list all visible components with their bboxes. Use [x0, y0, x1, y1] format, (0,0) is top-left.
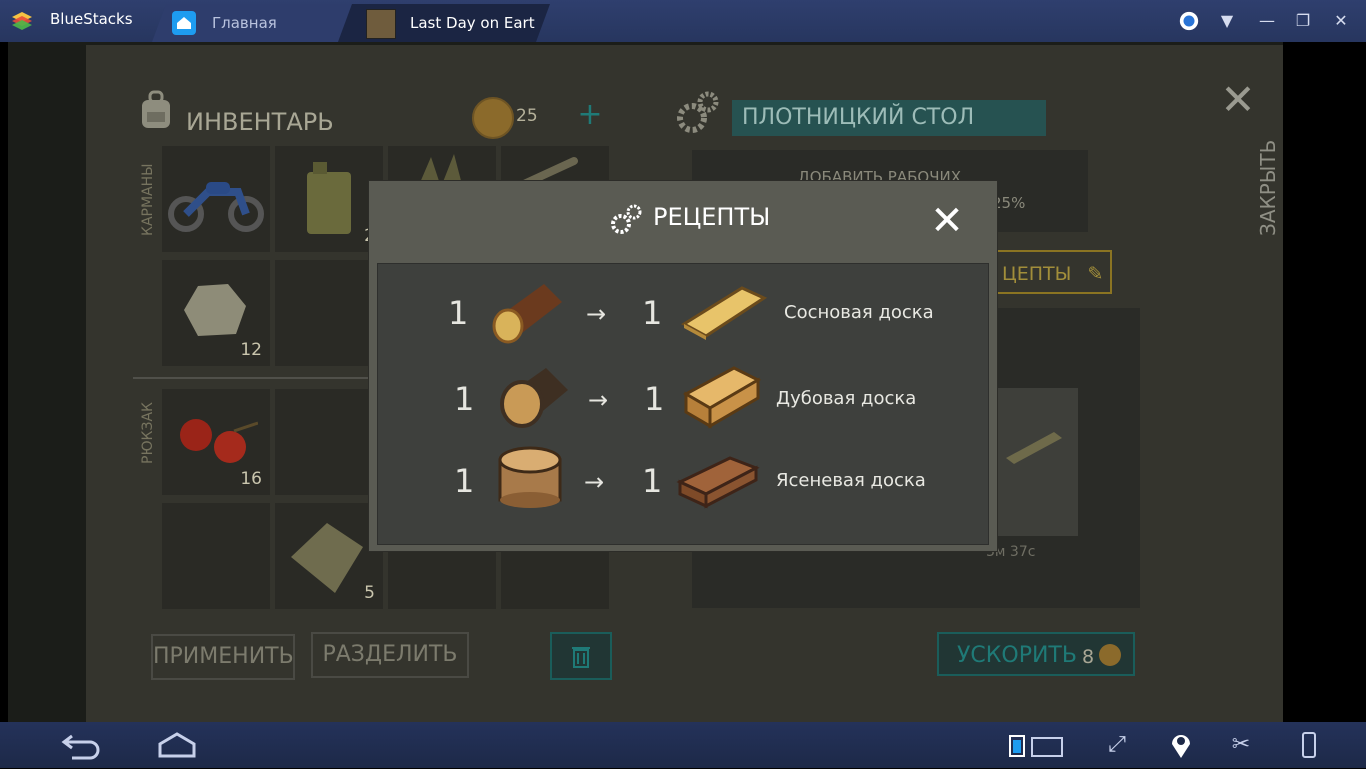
recipe-arrow: → [586, 300, 607, 328]
pine-plank-icon [681, 286, 768, 340]
inventory-slot[interactable]: 5 [275, 503, 383, 609]
backpack-label: РЮКЗАК [140, 402, 156, 464]
inventory-slot[interactable]: 16 [162, 389, 270, 495]
speedup-label: УСКОРИТЬ [957, 643, 1077, 668]
pine-log-icon [492, 284, 562, 344]
workbench-title: ПЛОТНИЦКИЙ СТОЛ [732, 100, 1046, 136]
keyboard-toggle-icon[interactable] [1008, 730, 1064, 760]
rotate-device-icon[interactable] [1294, 730, 1324, 760]
craft-slot[interactable] [984, 388, 1078, 536]
close-icon[interactable]: ✕ [1328, 8, 1354, 34]
stone-icon [184, 284, 246, 336]
speedup-cost: 8 [1082, 646, 1095, 668]
tab-game-label: Last Day on Eart [410, 14, 535, 32]
location-icon[interactable] [1166, 730, 1196, 760]
recipe-row[interactable]: 1 → 1 Ясеневая доска [378, 444, 988, 524]
coin-icon [472, 97, 514, 139]
recipes-button[interactable]: ЦЕПТЫ ✎ [994, 250, 1112, 294]
scissors-icon[interactable]: ✂ [1226, 730, 1256, 760]
split-button[interactable]: РАЗДЕЛИТЬ [311, 632, 469, 678]
output-quantity: 1 [642, 462, 663, 500]
trash-icon [572, 647, 590, 668]
recipe-name: Дубовая доска [776, 388, 917, 409]
fullscreen-icon[interactable]: ⤢ [1100, 730, 1134, 760]
tab-home-label: Главная [212, 14, 277, 32]
home-icon[interactable] [156, 730, 198, 760]
coin-icon [1099, 644, 1121, 666]
inventory-slot[interactable]: 12 [162, 260, 270, 366]
left-border [0, 42, 8, 722]
inventory-slot[interactable] [275, 389, 383, 495]
right-border [1283, 42, 1366, 722]
ash-plank-icon [676, 456, 760, 509]
motorcycle-icon [168, 182, 264, 232]
tab-home[interactable]: Главная [152, 4, 352, 42]
home-icon [172, 11, 196, 35]
close-panel-label[interactable]: ЗАКРЫТЬ [1256, 140, 1280, 236]
minimize-icon[interactable]: — [1254, 8, 1280, 34]
output-quantity: 1 [642, 294, 663, 332]
slot-count: 16 [240, 469, 262, 489]
emulator-bottom-bar: ⤢ ✂ [0, 722, 1366, 768]
inventory-title: ИНВЕНТАРЬ [186, 108, 334, 136]
tab-game[interactable]: Last Day on Eart [338, 4, 550, 42]
backpack-icon [142, 90, 170, 128]
modal-header: РЕЦЕПТЫ ✕ [369, 181, 997, 261]
recipe-name: Ясеневая доска [776, 470, 926, 491]
app-name: BlueStacks [50, 10, 133, 28]
slot-count: 5 [364, 583, 375, 603]
plank-icon [1006, 432, 1062, 464]
recipes-modal: РЕЦЕПТЫ ✕ 1 → 1 Сосновая доска 1 → 1 Дуб… [368, 180, 998, 552]
window-titlebar: BlueStacks Главная Last Day on Eart ▼ — … [0, 0, 1366, 42]
gears-icon [611, 204, 642, 234]
game-icon [366, 9, 396, 39]
cloth-icon [291, 523, 363, 593]
apply-button[interactable]: ПРИМЕНИТЬ [151, 634, 295, 680]
account-icon[interactable] [1176, 8, 1202, 34]
inventory-slot[interactable] [162, 146, 270, 252]
berries-icon [180, 419, 258, 463]
recipe-arrow: → [588, 386, 609, 414]
bluestacks-logo-icon [12, 12, 32, 30]
oak-log-icon [500, 368, 568, 428]
restore-icon[interactable]: ❐ [1290, 8, 1316, 34]
modal-title: РЕЦЕПТЫ [653, 203, 771, 231]
recipe-list: 1 → 1 Сосновая доска 1 → 1 Дубовая доска… [377, 263, 989, 545]
recipes-button-label: ЦЕПТЫ [1002, 263, 1072, 285]
coin-count: 25 [516, 106, 538, 126]
recipe-row[interactable]: 1 → 1 Дубовая доска [378, 362, 988, 442]
pockets-label: КАРМАНЫ [140, 163, 156, 237]
output-quantity: 1 [644, 380, 665, 418]
oak-plank-icon [682, 366, 762, 429]
notepad-icon: ✎ [1087, 263, 1104, 285]
gears-icon [677, 91, 719, 133]
recipe-row[interactable]: 1 → 1 Сосновая доска [378, 276, 988, 356]
inventory-slot[interactable] [162, 503, 270, 609]
recipe-arrow: → [584, 468, 605, 496]
input-quantity: 1 [454, 380, 475, 418]
slot-count: 12 [240, 340, 262, 360]
ash-log-icon [498, 446, 562, 508]
close-panel-x-icon[interactable]: ✕ [1218, 79, 1258, 121]
inventory-slot[interactable] [275, 260, 383, 366]
input-quantity: 1 [454, 462, 475, 500]
add-coins-button[interactable]: + [572, 99, 608, 133]
delete-button[interactable] [550, 632, 612, 680]
back-icon[interactable] [60, 730, 102, 760]
jerrycan-icon [307, 162, 351, 234]
game-viewport[interactable]: ИНВЕНТАРЬ 25 + КАРМАНЫ РЮКЗАК 2 12 [8, 42, 1283, 722]
close-modal-button[interactable]: ✕ [927, 201, 967, 241]
recipe-name: Сосновая доска [784, 302, 934, 323]
menu-dropdown-icon[interactable]: ▼ [1214, 8, 1240, 34]
inventory-slot[interactable]: 2 [275, 146, 383, 252]
input-quantity: 1 [448, 294, 469, 332]
